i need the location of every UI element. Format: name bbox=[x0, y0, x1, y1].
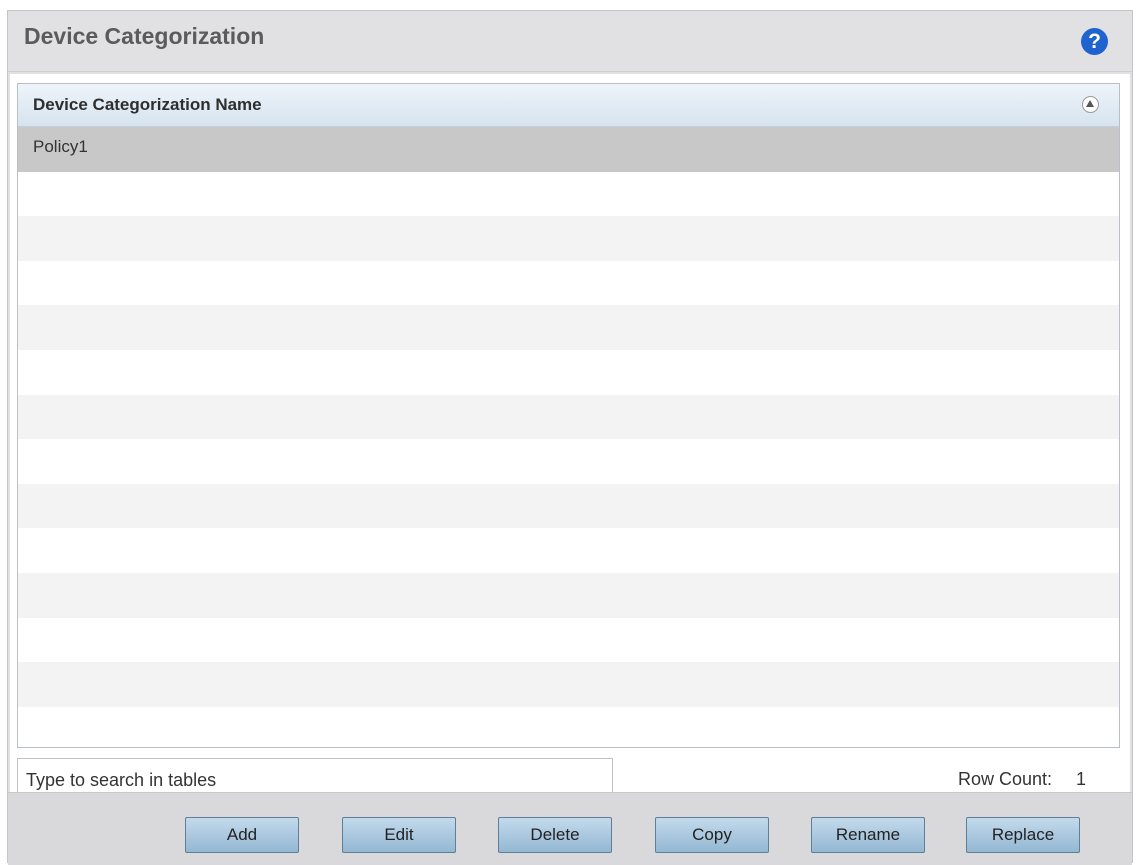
empty-table-row bbox=[18, 394, 1119, 440]
empty-table-row bbox=[18, 528, 1119, 573]
panel-title-bar: Device Categorization ? bbox=[8, 11, 1132, 72]
table-container: Device Categorization Name Policy1 bbox=[10, 74, 1130, 751]
add-button[interactable]: Add bbox=[185, 817, 299, 853]
device-categorization-table: Device Categorization Name Policy1 bbox=[17, 83, 1120, 748]
device-categorization-panel: Device Categorization ? Device Categoriz… bbox=[7, 10, 1133, 865]
table-row[interactable]: Policy1 bbox=[18, 127, 1119, 172]
collapse-up-icon[interactable] bbox=[1082, 96, 1099, 113]
edit-button[interactable]: Edit bbox=[342, 817, 456, 853]
empty-table-row bbox=[18, 483, 1119, 529]
cell-policy-name: Policy1 bbox=[33, 137, 88, 156]
replace-button[interactable]: Replace bbox=[966, 817, 1080, 853]
empty-table-row bbox=[18, 662, 1119, 707]
panel-title: Device Categorization bbox=[24, 23, 265, 49]
empty-table-row bbox=[18, 572, 1119, 618]
empty-table-row bbox=[18, 439, 1119, 484]
action-button-bar: Add Edit Delete Copy Rename Replace bbox=[8, 792, 1132, 865]
empty-table-row bbox=[18, 260, 1119, 306]
empty-table-row bbox=[18, 706, 1119, 747]
empty-table-row bbox=[18, 216, 1119, 261]
empty-table-row bbox=[18, 617, 1119, 663]
empty-table-row bbox=[18, 305, 1119, 350]
rename-button[interactable]: Rename bbox=[811, 817, 925, 853]
row-count-number: 1 bbox=[1076, 769, 1087, 789]
empty-table-row bbox=[18, 349, 1119, 395]
copy-button[interactable]: Copy bbox=[655, 817, 769, 853]
empty-table-row bbox=[18, 171, 1119, 217]
column-header-name[interactable]: Device Categorization Name bbox=[33, 95, 262, 115]
row-count-label: Row Count: bbox=[957, 769, 1052, 789]
table-header[interactable]: Device Categorization Name bbox=[18, 84, 1119, 127]
help-icon[interactable]: ? bbox=[1081, 28, 1108, 55]
table-body: Policy1 bbox=[18, 127, 1119, 747]
delete-button[interactable]: Delete bbox=[498, 817, 612, 853]
